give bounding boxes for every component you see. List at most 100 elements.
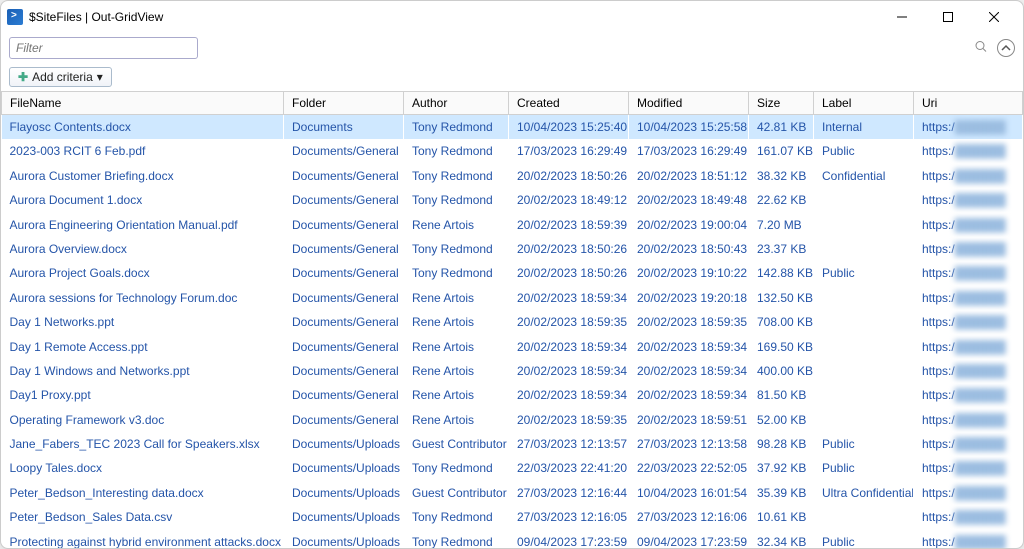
- cell-author: Tony Redmond: [404, 164, 509, 188]
- cell-modified: 20/02/2023 18:59:51: [629, 408, 749, 432]
- cell-folder: Documents/General: [284, 213, 404, 237]
- cell-modified: 20/02/2023 18:50:43: [629, 237, 749, 261]
- cell-uri: https:/██████: [914, 310, 1023, 334]
- table-row[interactable]: Day1 Proxy.pptDocuments/GeneralRene Arto…: [2, 383, 1023, 407]
- cell-label: Public: [814, 139, 914, 163]
- cell-filename: Operating Framework v3.doc: [2, 408, 284, 432]
- cell-created: 17/03/2023 16:29:49: [509, 139, 629, 163]
- cell-filename: Day 1 Windows and Networks.ppt: [2, 359, 284, 383]
- cell-filename: Day 1 Networks.ppt: [2, 310, 284, 334]
- redacted-text: ██████: [955, 510, 1006, 524]
- table-row[interactable]: Flayosc Contents.docxDocumentsTony Redmo…: [2, 115, 1023, 140]
- col-header-author[interactable]: Author: [404, 92, 509, 115]
- cell-size: 169.50 KB: [749, 335, 814, 359]
- cell-modified: 20/02/2023 18:49:48: [629, 188, 749, 212]
- table-row[interactable]: Day 1 Remote Access.pptDocuments/General…: [2, 335, 1023, 359]
- table-row[interactable]: Day 1 Windows and Networks.pptDocuments/…: [2, 359, 1023, 383]
- cell-author: Rene Artois: [404, 310, 509, 334]
- filter-row: [1, 33, 1023, 63]
- cell-created: 20/02/2023 18:59:35: [509, 310, 629, 334]
- window-title: $SiteFiles | Out-GridView: [29, 10, 879, 24]
- col-header-created[interactable]: Created: [509, 92, 629, 115]
- cell-label: [814, 505, 914, 529]
- table-row[interactable]: Peter_Bedson_Interesting data.docxDocume…: [2, 481, 1023, 505]
- col-header-modified[interactable]: Modified: [629, 92, 749, 115]
- cell-size: 7.20 MB: [749, 213, 814, 237]
- cell-size: 22.62 KB: [749, 188, 814, 212]
- cell-uri: https:/██████: [914, 237, 1023, 261]
- cell-created: 20/02/2023 18:50:26: [509, 237, 629, 261]
- cell-label: [814, 310, 914, 334]
- table-row[interactable]: Peter_Bedson_Sales Data.csvDocuments/Upl…: [2, 505, 1023, 529]
- cell-label: Ultra Confidential: [814, 481, 914, 505]
- maximize-icon: [943, 12, 953, 22]
- cell-author: Tony Redmond: [404, 505, 509, 529]
- minimize-button[interactable]: [879, 3, 925, 31]
- expand-toggle-button[interactable]: [997, 39, 1015, 57]
- cell-modified: 10/04/2023 15:25:58: [629, 115, 749, 140]
- cell-modified: 20/02/2023 18:59:34: [629, 335, 749, 359]
- redacted-text: ██████: [955, 340, 1006, 354]
- col-header-folder[interactable]: Folder: [284, 92, 404, 115]
- cell-label: Public: [814, 261, 914, 285]
- cell-uri: https:/██████: [914, 261, 1023, 285]
- cell-size: 708.00 KB: [749, 310, 814, 334]
- cell-label: Internal: [814, 115, 914, 140]
- cell-author: Tony Redmond: [404, 115, 509, 140]
- table-row[interactable]: 2023-003 RCIT 6 Feb.pdfDocuments/General…: [2, 139, 1023, 163]
- cell-filename: Peter_Bedson_Sales Data.csv: [2, 505, 284, 529]
- cell-created: 20/02/2023 18:59:34: [509, 383, 629, 407]
- col-header-label[interactable]: Label: [814, 92, 914, 115]
- cell-uri: https:/██████: [914, 432, 1023, 456]
- col-header-filename[interactable]: FileName: [2, 92, 284, 115]
- cell-label: [814, 188, 914, 212]
- cell-author: Rene Artois: [404, 213, 509, 237]
- cell-size: 142.88 KB: [749, 261, 814, 285]
- cell-folder: Documents/General: [284, 188, 404, 212]
- table-row[interactable]: Operating Framework v3.docDocuments/Gene…: [2, 408, 1023, 432]
- data-grid[interactable]: FileName Folder Author Created Modified …: [1, 91, 1023, 548]
- cell-uri: https:/██████: [914, 408, 1023, 432]
- table-row[interactable]: Aurora Customer Briefing.docxDocuments/G…: [2, 164, 1023, 188]
- cell-folder: Documents/General: [284, 310, 404, 334]
- cell-size: 132.50 KB: [749, 286, 814, 310]
- cell-filename: Jane_Fabers_TEC 2023 Call for Speakers.x…: [2, 432, 284, 456]
- cell-size: 32.34 KB: [749, 530, 814, 548]
- cell-size: 37.92 KB: [749, 456, 814, 480]
- cell-label: [814, 286, 914, 310]
- redacted-text: ██████: [955, 315, 1006, 329]
- col-header-size[interactable]: Size: [749, 92, 814, 115]
- criteria-row: ✚ Add criteria ▾: [1, 63, 1023, 91]
- cell-filename: Loopy Tales.docx: [2, 456, 284, 480]
- redacted-text: ██████: [955, 169, 1006, 183]
- cell-folder: Documents/General: [284, 335, 404, 359]
- cell-uri: https:/██████: [914, 286, 1023, 310]
- table-row[interactable]: Aurora Project Goals.docxDocuments/Gener…: [2, 261, 1023, 285]
- cell-author: Guest Contributor: [404, 481, 509, 505]
- filter-wrap: [9, 37, 993, 59]
- table-row[interactable]: Aurora Document 1.docxDocuments/GeneralT…: [2, 188, 1023, 212]
- cell-created: 20/02/2023 18:49:12: [509, 188, 629, 212]
- col-header-uri[interactable]: Uri: [914, 92, 1023, 115]
- table-row[interactable]: Day 1 Networks.pptDocuments/GeneralRene …: [2, 310, 1023, 334]
- table-row[interactable]: Protecting against hybrid environment at…: [2, 530, 1023, 548]
- maximize-button[interactable]: [925, 3, 971, 31]
- add-criteria-button[interactable]: ✚ Add criteria ▾: [9, 67, 112, 87]
- filter-input[interactable]: [9, 37, 198, 59]
- cell-label: [814, 359, 914, 383]
- cell-folder: Documents/General: [284, 408, 404, 432]
- table-row[interactable]: Loopy Tales.docxDocuments/UploadsTony Re…: [2, 456, 1023, 480]
- cell-size: 81.50 KB: [749, 383, 814, 407]
- cell-modified: 17/03/2023 16:29:49: [629, 139, 749, 163]
- close-button[interactable]: [971, 3, 1017, 31]
- grid-table: FileName Folder Author Created Modified …: [1, 91, 1023, 548]
- cell-uri: https:/██████: [914, 139, 1023, 163]
- cell-author: Tony Redmond: [404, 530, 509, 548]
- redacted-text: ██████: [955, 144, 1006, 158]
- table-row[interactable]: Aurora sessions for Technology Forum.doc…: [2, 286, 1023, 310]
- table-row[interactable]: Aurora Engineering Orientation Manual.pd…: [2, 213, 1023, 237]
- redacted-text: ██████: [955, 193, 1006, 207]
- table-row[interactable]: Jane_Fabers_TEC 2023 Call for Speakers.x…: [2, 432, 1023, 456]
- table-row[interactable]: Aurora Overview.docxDocuments/GeneralTon…: [2, 237, 1023, 261]
- cell-author: Tony Redmond: [404, 237, 509, 261]
